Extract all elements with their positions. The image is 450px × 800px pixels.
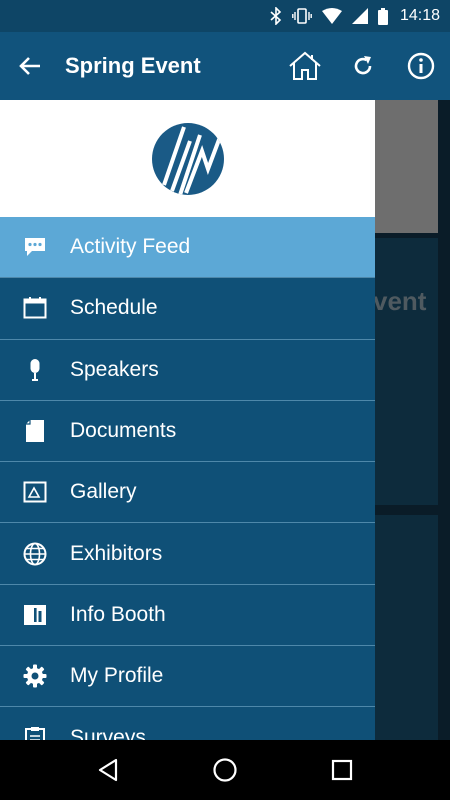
globe-icon: [0, 542, 70, 566]
menu-item-label: Schedule: [70, 296, 158, 320]
menu-item-gallery[interactable]: Gallery: [0, 462, 375, 524]
menu-item-label: Info Booth: [70, 602, 166, 626]
refresh-icon: [354, 56, 372, 75]
navigation-drawer: Activity Feed Schedule Speakers Document…: [0, 100, 375, 740]
background-card-text: vent: [375, 286, 427, 316]
menu-item-label: Speakers: [70, 357, 159, 381]
menu-item-label: Gallery: [70, 480, 137, 504]
menu-item-label: My Profile: [70, 664, 164, 688]
battery-icon: [377, 7, 388, 25]
nav-home-icon: [213, 758, 237, 782]
signal-icon: [351, 8, 368, 24]
background-image-card: [375, 100, 438, 233]
system-nav-bar: [0, 740, 450, 800]
home-icon: [289, 51, 321, 80]
gear-icon: [0, 664, 70, 688]
chat-bubble-icon: [0, 236, 70, 258]
menu-item-exhibitors[interactable]: Exhibitors: [0, 523, 375, 585]
clipboard-icon: [0, 726, 70, 740]
home-button[interactable]: [276, 32, 334, 100]
wifi-icon: [321, 8, 342, 24]
menu-item-label: Surveys: [70, 725, 146, 740]
background-event-card: vent: [375, 238, 438, 505]
info-icon: [407, 52, 435, 80]
nav-recents-button[interactable]: [317, 745, 367, 795]
menu-item-surveys[interactable]: Surveys: [0, 707, 375, 740]
background-card: [375, 515, 438, 740]
status-bar: 14:18: [0, 0, 450, 32]
nav-home-button[interactable]: [200, 745, 250, 795]
page-title: Spring Event: [65, 53, 201, 78]
nav-back-button[interactable]: [83, 745, 133, 795]
vibrate-icon: [292, 7, 312, 25]
back-button[interactable]: [0, 32, 60, 100]
drawer-header: [0, 100, 375, 217]
menu-item-schedule[interactable]: Schedule: [0, 278, 375, 340]
refresh-button[interactable]: [334, 32, 392, 100]
menu-item-activity-feed[interactable]: Activity Feed: [0, 217, 375, 279]
background-content: vent: [375, 100, 450, 740]
back-arrow-icon: [19, 57, 40, 75]
microphone-icon: [0, 358, 70, 382]
gallery-icon: [0, 481, 70, 503]
menu-item-documents[interactable]: Documents: [0, 401, 375, 463]
info-button[interactable]: [392, 32, 450, 100]
event-logo: [151, 122, 224, 195]
nav-recents-icon: [331, 759, 352, 781]
menu-item-label: Exhibitors: [70, 541, 163, 565]
calendar-icon: [0, 297, 70, 319]
bluetooth-icon: [270, 7, 282, 25]
document-icon: [0, 419, 70, 443]
app-bar: Spring Event: [0, 32, 450, 100]
menu-item-speakers[interactable]: Speakers: [0, 340, 375, 401]
menu-item-info-booth[interactable]: Info Booth: [0, 585, 375, 647]
menu-item-label: Activity Feed: [70, 235, 191, 259]
nav-back-icon: [99, 758, 118, 782]
menu-item-label: Documents: [70, 419, 177, 443]
menu-item-my-profile[interactable]: My Profile: [0, 646, 375, 708]
info-booth-icon: [0, 604, 70, 626]
status-time: 14:18: [399, 7, 440, 24]
